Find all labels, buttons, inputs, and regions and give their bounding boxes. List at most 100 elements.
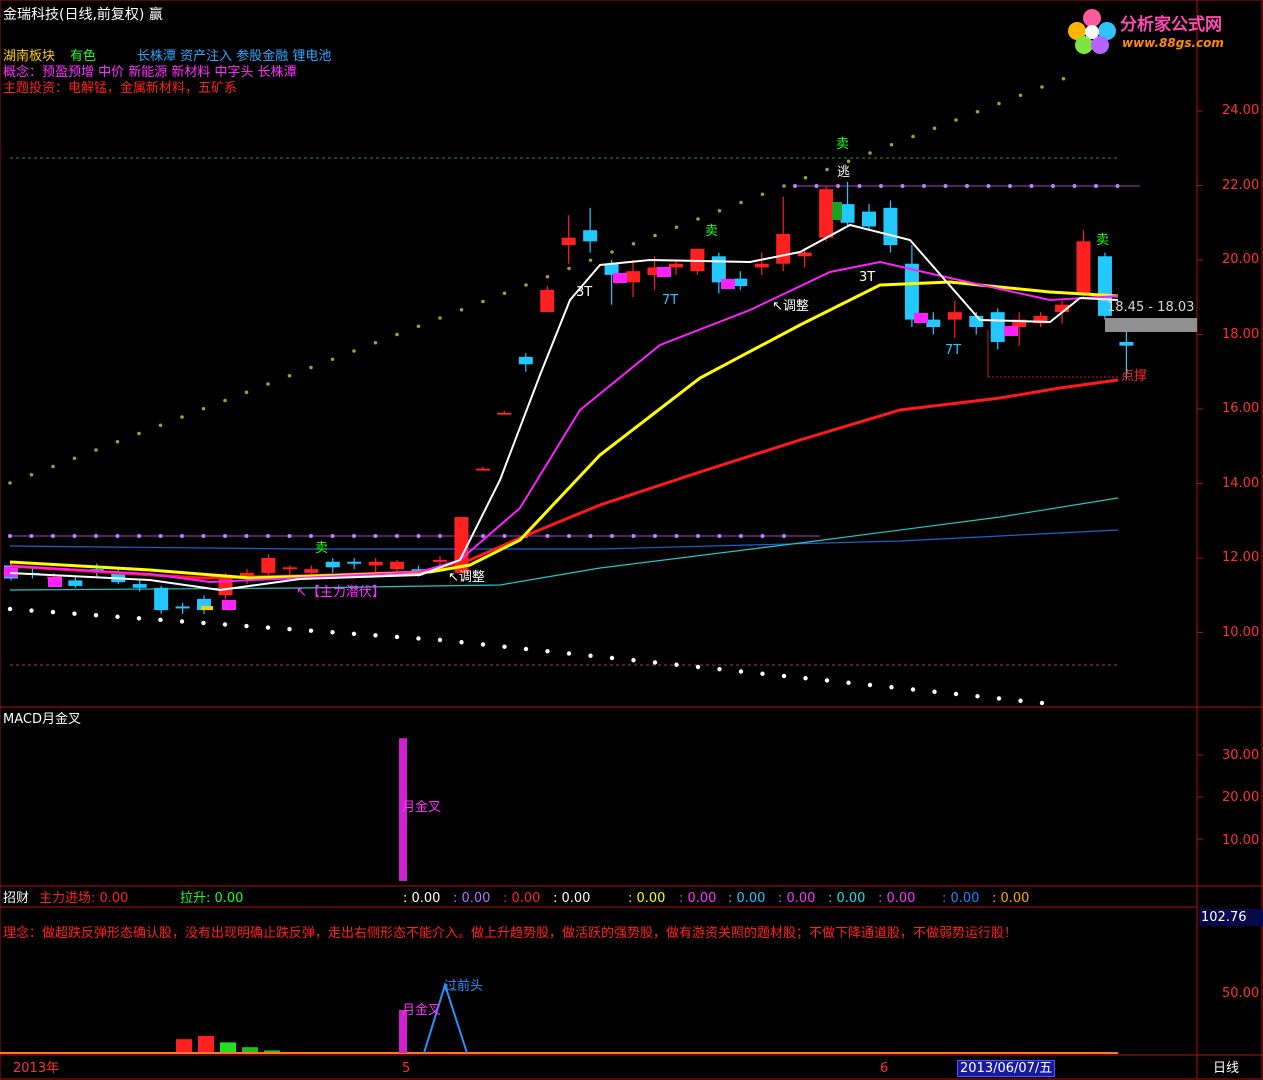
purple-level-dot [965, 184, 969, 188]
signal-candle [1004, 326, 1018, 336]
main-force-marker: ↖【主力潜伏】 [296, 585, 385, 600]
period-button[interactable]: 日线 [1213, 1061, 1239, 1076]
purple-level-dot [287, 534, 292, 538]
purple-level-dot [1072, 184, 1077, 188]
purple-level-dot [588, 534, 593, 538]
sector-label: 湖南板块 [3, 49, 56, 64]
trend-dot [739, 200, 743, 205]
trend-dot [481, 299, 485, 304]
indicator-cross-label: 月金叉 [402, 1003, 442, 1018]
support-dot [29, 608, 34, 613]
t7-marker: 7T [662, 293, 679, 308]
price-tick: 12.00 [1222, 550, 1260, 565]
support-dot [394, 634, 400, 640]
support-dot [975, 694, 980, 699]
trend-dot [330, 357, 335, 362]
support-dot [330, 630, 335, 635]
indicator-value: : 0.00 [679, 891, 717, 906]
indicator-name: 招财 [3, 891, 30, 906]
support-dot [867, 682, 873, 688]
candle-body [904, 263, 919, 320]
candle-body [626, 271, 641, 283]
watermark-title: 分析家公式网 [1120, 15, 1222, 35]
signal-candle [48, 577, 62, 587]
purple-level-dot [674, 534, 679, 538]
lift-value: 拉升: 0.00 [180, 891, 244, 906]
support-dot [674, 662, 679, 667]
price-range-box [1105, 318, 1197, 332]
point-strike-marker: 点撑 [1121, 369, 1148, 384]
support-dot [50, 609, 56, 615]
purple-level-dot [416, 534, 421, 538]
indicator-value: : 0.00 [553, 891, 591, 906]
purple-level-dot [760, 534, 765, 538]
macd-axis-tick: 30.00 [1222, 748, 1260, 763]
trend-dot [1040, 85, 1044, 89]
support-dot [201, 620, 206, 626]
support-dot [588, 653, 593, 658]
support-dot [7, 606, 13, 612]
purple-level-dot [373, 534, 378, 538]
window-title: 金瑞科技(日线,前复权) 赢 [3, 7, 163, 23]
trend-dot [287, 373, 292, 378]
trend-dot [825, 167, 829, 172]
candle-body [561, 237, 576, 246]
candle-body [711, 256, 726, 283]
trend-dot [524, 283, 528, 287]
support-dot [502, 644, 507, 649]
support-dot [373, 633, 378, 638]
sell-marker: 卖 [315, 541, 329, 556]
trend-dot [352, 349, 356, 353]
price-tick: 20.00 [1222, 252, 1260, 267]
price-tick: 10.00 [1222, 625, 1260, 640]
candle-body [969, 315, 984, 328]
trend-dot [137, 431, 141, 436]
chart-canvas[interactable] [0, 0, 1263, 1080]
purple-level-dot [244, 534, 249, 538]
trend-dot [1018, 93, 1023, 98]
watermark-logo: 分析家公式网 www.88gs.com [1062, 4, 1262, 58]
purple-level-dot [900, 184, 905, 188]
purple-level-dot [814, 184, 819, 188]
support-dot [136, 616, 142, 621]
trend-dot [696, 217, 700, 221]
trend-dot [459, 307, 464, 312]
sell-marker: 卖 [836, 137, 850, 152]
candle-body [325, 561, 340, 568]
purple-level-dot [180, 534, 184, 538]
signal-candle [914, 313, 928, 323]
indicator-bar [264, 1050, 280, 1052]
purple-level-dot [610, 534, 614, 538]
window-border [0, 0, 1263, 1080]
trend-dot [244, 390, 249, 395]
trend-dot [416, 324, 421, 329]
purple-level-dot [739, 534, 743, 538]
trend-dot [438, 316, 442, 320]
support-dot [846, 680, 851, 685]
trend-dot [717, 208, 722, 213]
support-dot [953, 691, 959, 697]
trend-dot [115, 439, 120, 444]
purple-level-dot [879, 184, 883, 188]
support-dot [480, 642, 486, 647]
candle-body [819, 189, 834, 238]
support-dot [889, 685, 894, 690]
purple-level-dot [1051, 184, 1055, 188]
purple-level-dot [696, 534, 700, 538]
support-dot [609, 655, 615, 661]
macd-panel-title: MACD月金叉 [3, 712, 81, 727]
candle-body [261, 558, 276, 573]
candle-body [347, 561, 362, 564]
date-axis-month-june: 6 [880, 1061, 889, 1076]
candle-body [776, 233, 791, 264]
ma-white-line [9, 223, 1119, 592]
purple-level-dot [567, 534, 571, 538]
purple-level-dot [115, 534, 120, 538]
signal-candle [4, 567, 18, 577]
trend-dot [610, 250, 614, 254]
trend-dot [8, 481, 12, 485]
macd-axis-tick: 20.00 [1222, 790, 1260, 805]
support-dot [824, 678, 830, 683]
macd-cross-label: 月金叉 [402, 800, 442, 815]
candle-body [132, 584, 147, 588]
